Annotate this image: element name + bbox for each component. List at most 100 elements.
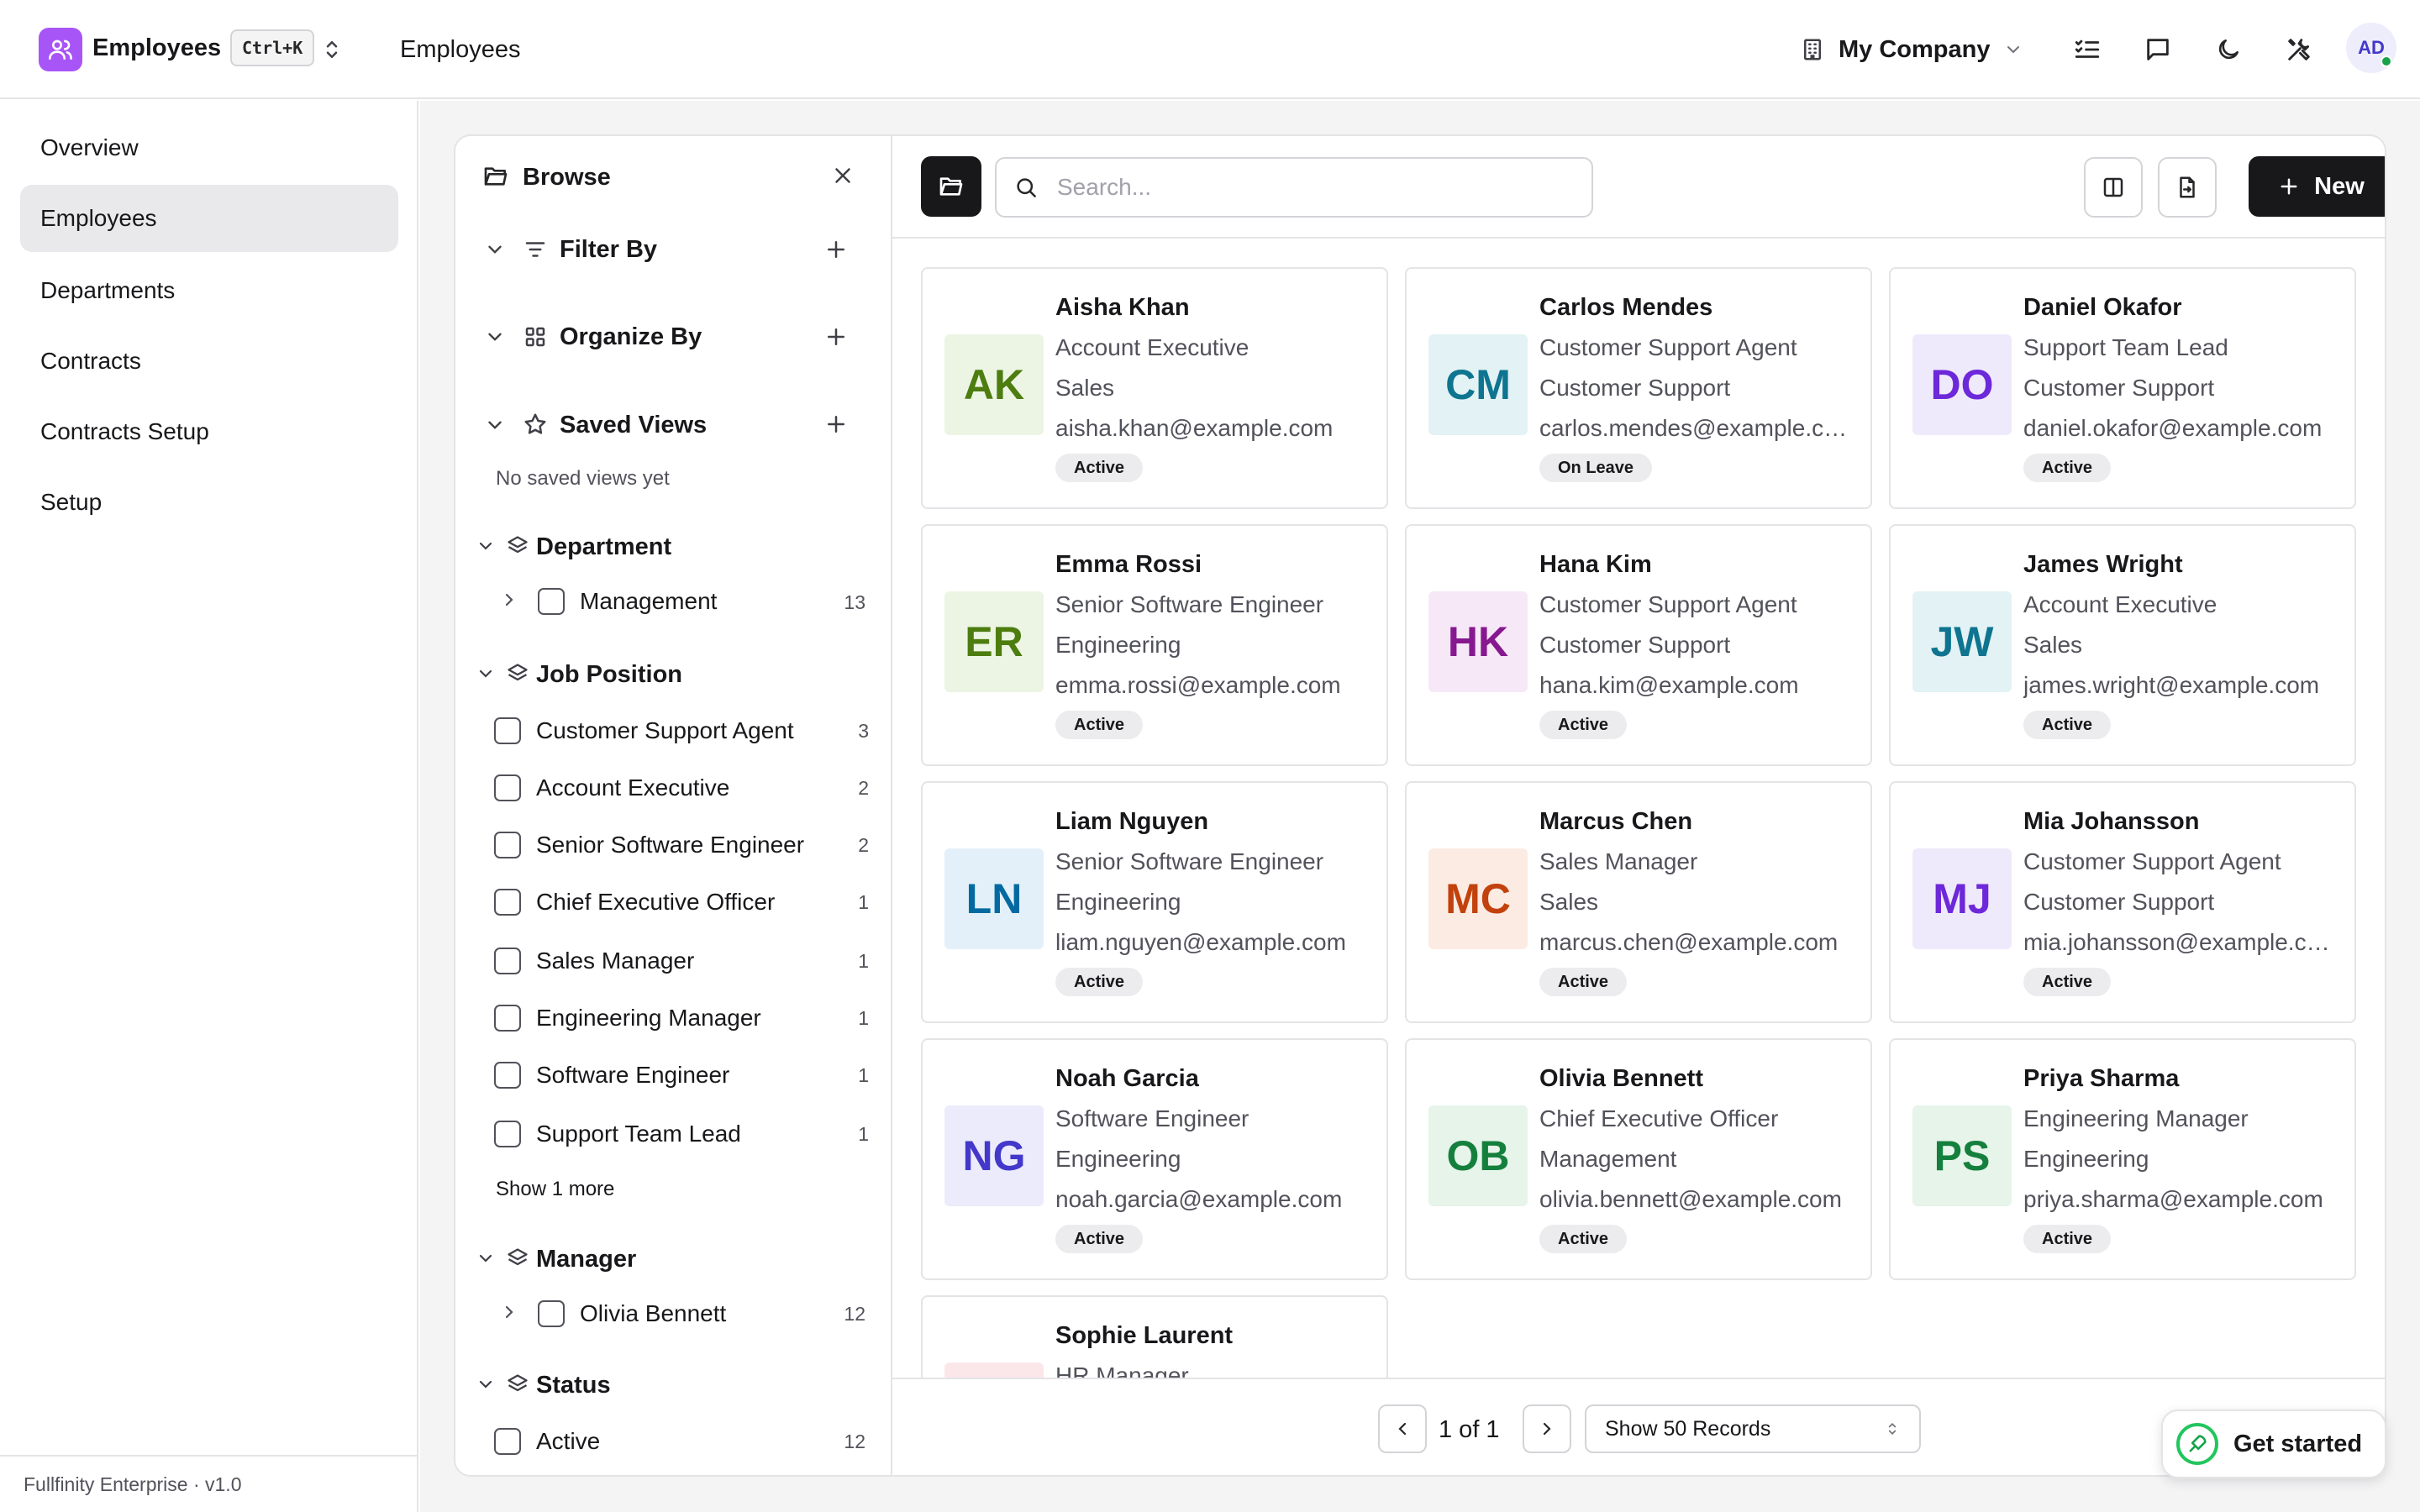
checkbox-software-engineer[interactable] <box>494 1062 521 1089</box>
company-selector[interactable]: My Company <box>1800 30 2023 69</box>
tools-icon[interactable] <box>2281 31 2317 68</box>
employee-email: mia.johansson@example.com <box>2023 929 2336 955</box>
employee-card[interactable]: PS Priya Sharma Engineering Manager Enginee… <box>1889 1038 2356 1280</box>
employee-initials-avatar: ER <box>944 591 1044 692</box>
employee-initials-avatar: CM <box>1428 334 1528 435</box>
add-grouping-icon[interactable] <box>823 324 849 349</box>
folder-open-icon <box>482 163 509 190</box>
employee-card[interactable]: SL Sophie Laurent HR Manager <box>921 1295 1388 1378</box>
get-started-label: Get started <box>2233 1430 2363 1457</box>
show-more-link[interactable]: Show 1 more <box>496 1178 614 1201</box>
next-page-button[interactable] <box>1523 1404 1571 1453</box>
moon-icon[interactable] <box>2210 31 2247 68</box>
employee-card[interactable]: MJ Mia Johansson Customer Support Agent Cus… <box>1889 781 2356 1023</box>
employee-initials-avatar: HK <box>1428 591 1528 692</box>
previous-page-button[interactable] <box>1378 1404 1427 1453</box>
group-title-status[interactable]: Status <box>536 1372 611 1399</box>
app-name[interactable]: Employees <box>92 34 221 62</box>
option-count: 13 <box>844 591 865 613</box>
status-badge: Active <box>1055 454 1144 482</box>
chevron-down-icon[interactable] <box>484 239 506 260</box>
organize-by-title[interactable]: Organize By <box>560 323 702 351</box>
group-title-job-position[interactable]: Job Position <box>536 661 682 689</box>
employee-department: Engineering <box>1055 889 1181 915</box>
list-checks-icon[interactable] <box>2069 31 2106 68</box>
new-button[interactable]: New <box>2249 156 2385 217</box>
star-icon <box>523 412 548 437</box>
chevrons-up-down-icon[interactable] <box>319 37 345 62</box>
checkbox-engineering-manager[interactable] <box>494 1005 521 1032</box>
get-started-button[interactable]: Get started <box>2161 1410 2386 1478</box>
option-label: Olivia Bennett <box>580 1300 727 1326</box>
search-input[interactable] <box>1057 174 1561 201</box>
chevron-down-icon[interactable] <box>484 326 506 348</box>
toggle-browse-button[interactable] <box>921 156 981 217</box>
records-per-page-select[interactable]: Show 50 Records <box>1585 1404 1921 1453</box>
employee-card[interactable]: HK Hana Kim Customer Support Agent Customer… <box>1405 524 1872 766</box>
add-filter-icon[interactable] <box>823 237 849 262</box>
sidebar-item-contracts[interactable]: Contracts <box>20 328 398 395</box>
chevron-down-icon[interactable] <box>476 536 496 556</box>
command-shortcut-badge[interactable]: Ctrl+K <box>230 29 315 66</box>
employee-card[interactable]: AK Aisha Khan Account Executive Sales aisha.… <box>921 267 1388 509</box>
message-square-icon[interactable] <box>2139 31 2176 68</box>
employee-email: priya.sharma@example.com <box>2023 1186 2323 1212</box>
chevron-down-icon[interactable] <box>484 414 506 436</box>
option-count: 12 <box>844 1431 865 1452</box>
browse-panel: Browse Filter By Organize By Saved Views… <box>455 136 892 1475</box>
employee-initials-avatar: SL <box>944 1362 1044 1378</box>
sidebar-item-employees[interactable]: Employees <box>20 185 398 252</box>
group-title-department[interactable]: Department <box>536 533 671 561</box>
option-label: Senior Software Engineer <box>536 832 805 858</box>
export-button[interactable] <box>2158 157 2217 218</box>
employee-position: Account Executive <box>2023 591 2217 617</box>
columns-view-button[interactable] <box>2084 157 2143 218</box>
employee-card[interactable]: ER Emma Rossi Senior Software Engineer Engi… <box>921 524 1388 766</box>
employee-position: Engineering Manager <box>2023 1105 2249 1131</box>
checkbox-olivia-bennett[interactable] <box>538 1300 565 1327</box>
plus-icon <box>2277 175 2301 198</box>
status-badge: Active <box>1055 711 1144 739</box>
sidebar-item-setup[interactable]: Setup <box>20 469 398 536</box>
employee-email: james.wright@example.com <box>2023 672 2320 698</box>
checkbox-active[interactable] <box>494 1428 521 1455</box>
checkbox-management[interactable] <box>538 588 565 615</box>
saved-views-title[interactable]: Saved Views <box>560 412 707 439</box>
version-footer: Fullfinity Enterprise · v1.0 <box>0 1455 418 1512</box>
employee-card[interactable]: DO Daniel Okafor Support Team Lead Customer… <box>1889 267 2356 509</box>
option-label: Support Team Lead <box>536 1121 741 1147</box>
employee-card[interactable]: OB Olivia Bennett Chief Executive Officer M… <box>1405 1038 1872 1280</box>
option-label: Account Executive <box>536 774 730 801</box>
page-indicator: 1 of 1 <box>1439 1416 1500 1443</box>
browse-title: Browse <box>523 164 611 191</box>
checkbox-customer-support-agent[interactable] <box>494 717 521 744</box>
chevron-down-icon[interactable] <box>476 664 496 684</box>
checkbox-sales-manager[interactable] <box>494 948 521 974</box>
users-icon[interactable] <box>39 28 82 71</box>
chevron-down-icon[interactable] <box>476 1374 496 1394</box>
checkbox-chief-executive-officer[interactable] <box>494 889 521 916</box>
search-box[interactable] <box>995 157 1593 218</box>
add-view-icon[interactable] <box>823 412 849 437</box>
checkbox-account-executive[interactable] <box>494 774 521 801</box>
employee-card[interactable]: CM Carlos Mendes Customer Support Agent Cus… <box>1405 267 1872 509</box>
sidebar-item-overview[interactable]: Overview <box>20 114 398 181</box>
employee-card[interactable]: NG Noah Garcia Software Engineer Engineerin… <box>921 1038 1388 1280</box>
employee-card[interactable]: MC Marcus Chen Sales Manager Sales marcus.ch… <box>1405 781 1872 1023</box>
close-icon[interactable] <box>830 163 855 188</box>
sidebar-item-departments[interactable]: Departments <box>20 257 398 324</box>
checkbox-support-team-lead[interactable] <box>494 1121 521 1147</box>
group-title-manager[interactable]: Manager <box>536 1246 636 1273</box>
employee-card[interactable]: LN Liam Nguyen Senior Software Engineer Eng… <box>921 781 1388 1023</box>
chevron-right-icon[interactable] <box>499 590 519 610</box>
employee-email: noah.garcia@example.com <box>1055 1186 1343 1212</box>
employee-email: liam.nguyen@example.com <box>1055 929 1346 955</box>
status-badge: Active <box>1055 1225 1144 1253</box>
sidebar-item-contracts-setup[interactable]: Contracts Setup <box>20 398 398 465</box>
chevron-down-icon[interactable] <box>476 1248 496 1268</box>
chevron-right-icon[interactable] <box>499 1302 519 1322</box>
filter-by-title[interactable]: Filter By <box>560 236 657 264</box>
employee-initials-avatar: LN <box>944 848 1044 949</box>
employee-card[interactable]: JW James Wright Account Executive Sales jame… <box>1889 524 2356 766</box>
checkbox-senior-software-engineer[interactable] <box>494 832 521 858</box>
